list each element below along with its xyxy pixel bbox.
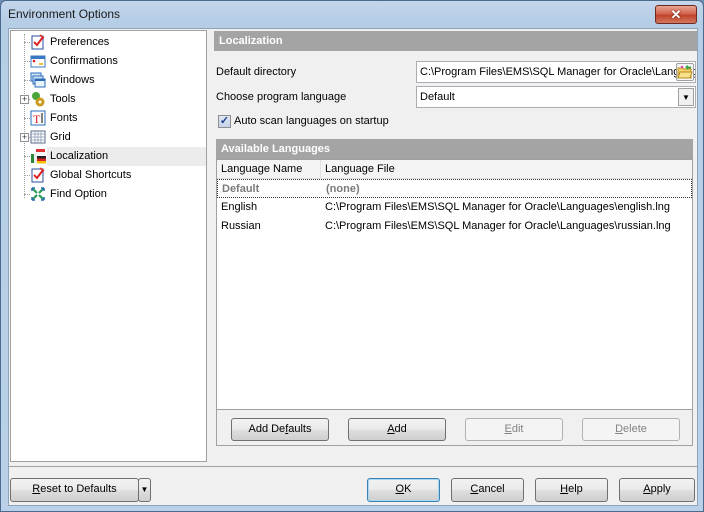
localization-section-header: Localization: [214, 31, 697, 51]
footer-separator: [9, 466, 697, 467]
sidebar-item-preferences[interactable]: Preferences: [11, 33, 206, 52]
title-bar[interactable]: Environment Options ✕: [1, 1, 703, 27]
find-arrows-icon: [31, 187, 45, 201]
accelerator-key: O: [395, 483, 405, 495]
default-directory-label: Default directory: [216, 66, 297, 78]
button-label: eset to Defaults: [40, 483, 117, 495]
sidebar-item-label: Windows: [50, 74, 95, 86]
reset-to-defaults-button[interactable]: Reset to Defaults: [10, 478, 139, 502]
button-label: aults: [288, 423, 312, 435]
shortcuts-checklist-icon: [31, 167, 45, 183]
button-label: Add De: [248, 423, 286, 435]
chevron-down-icon[interactable]: ▼: [678, 88, 694, 106]
language-name-cell: Russian: [221, 220, 261, 232]
add-language-button[interactable]: Add: [348, 418, 446, 441]
button-label: K: [404, 483, 412, 495]
svg-text:T: T: [33, 112, 41, 126]
accelerator-key: A: [387, 423, 395, 435]
language-file-cell: C:\Program Files\EMS\SQL Manager for Ora…: [325, 220, 671, 232]
tools-gears-icon: [32, 92, 45, 107]
table-row[interactable]: Russian C:\Program Files\EMS\SQL Manager…: [217, 217, 692, 236]
sidebar-item-label: Fonts: [50, 112, 78, 124]
close-x-icon: ✕: [670, 6, 682, 22]
close-button[interactable]: ✕: [655, 5, 697, 24]
button-label: dit: [511, 423, 524, 435]
sidebar-item-tools[interactable]: + Tools: [11, 90, 206, 109]
open-folder-icon: [677, 65, 693, 79]
choose-language-label: Choose program language: [216, 91, 347, 103]
table-row[interactable]: Default (none): [217, 179, 692, 198]
default-directory-input[interactable]: C:\Program Files\EMS\SQL Manager for Ora…: [416, 61, 696, 83]
table-row[interactable]: English C:\Program Files\EMS\SQL Manager…: [217, 198, 692, 217]
sidebar-item-fonts[interactable]: T Fonts: [11, 109, 206, 128]
button-label: dd: [394, 423, 407, 435]
cancel-button[interactable]: Cancel: [451, 478, 524, 502]
auto-scan-checkbox[interactable]: ✓: [218, 115, 231, 128]
sidebar-item-windows[interactable]: Windows: [11, 71, 206, 90]
sidebar-item-label: Tools: [50, 93, 76, 105]
confirmation-dialog-icon: [30, 55, 46, 68]
language-file-cell: (none): [326, 183, 360, 195]
button-label: elp: [568, 483, 583, 495]
delete-language-button[interactable]: Delete: [582, 418, 680, 441]
button-label: elete: [623, 423, 647, 435]
button-label: pply: [650, 483, 671, 495]
available-languages-header: Available Languages: [216, 139, 693, 159]
column-header-language-file[interactable]: Language File: [321, 160, 692, 179]
chevron-down-icon: ▼: [140, 485, 149, 494]
sidebar-item-label: Find Option: [50, 188, 107, 200]
sidebar-item-localization[interactable]: Localization: [11, 147, 206, 166]
button-label: ancel: [478, 483, 505, 495]
language-name-cell: English: [221, 201, 258, 213]
apply-button[interactable]: Apply: [619, 478, 695, 502]
auto-scan-label[interactable]: Auto scan languages on startup: [234, 115, 389, 127]
grid-header-row: Language Name Language File: [217, 160, 692, 179]
preferences-checklist-icon: [31, 34, 45, 50]
language-file-cell: C:\Program Files\EMS\SQL Manager for Ora…: [325, 201, 671, 213]
accelerator-key: E: [504, 423, 512, 435]
sidebar-item-global-shortcuts[interactable]: Global Shortcuts: [11, 166, 206, 185]
sidebar-item-grid[interactable]: + Grid: [11, 128, 206, 147]
grid-table-icon: [30, 130, 46, 144]
default-directory-value: C:\Program Files\EMS\SQL Manager for Ora…: [420, 66, 696, 78]
accelerator-key: A: [643, 483, 651, 495]
options-tree: Preferences Confirmations Windows + Tool…: [10, 30, 207, 462]
accelerator-key: H: [560, 483, 569, 495]
dialog-client-area: Preferences Confirmations Windows + Tool…: [8, 28, 698, 506]
window-title: Environment Options: [8, 7, 121, 21]
sidebar-item-label: Preferences: [50, 36, 110, 48]
accelerator-key: D: [615, 423, 624, 435]
sidebar-item-confirmations[interactable]: Confirmations: [11, 52, 206, 71]
expand-icon[interactable]: +: [20, 133, 29, 142]
languages-grid: Language Name Language File Default (non…: [216, 159, 693, 410]
ok-button[interactable]: OK: [367, 478, 440, 502]
sidebar-item-label: Confirmations: [50, 55, 118, 67]
localization-flags-icon: [31, 149, 46, 164]
column-header-language-name[interactable]: Language Name: [217, 160, 321, 179]
add-defaults-button[interactable]: Add Defaults: [231, 418, 329, 441]
sidebar-item-find-option[interactable]: Find Option: [11, 185, 206, 204]
reset-options-dropdown-button[interactable]: ▼: [138, 478, 151, 502]
font-icon: T: [30, 110, 46, 126]
help-button[interactable]: Help: [535, 478, 608, 502]
language-buttons-bar: Add Defaults Add Edit Delete: [216, 410, 693, 446]
program-language-select[interactable]: Default ▼: [416, 86, 696, 108]
sidebar-item-label: Localization: [47, 147, 206, 166]
program-language-value: Default: [420, 91, 455, 103]
windows-stack-icon: [30, 72, 46, 88]
environment-options-window: Environment Options ✕ Preferences Confir…: [0, 0, 704, 512]
browse-folder-button[interactable]: [676, 63, 694, 81]
expand-icon[interactable]: +: [20, 95, 29, 104]
sidebar-item-label: Grid: [50, 131, 71, 143]
edit-language-button[interactable]: Edit: [465, 418, 563, 441]
language-name-cell: Default: [222, 183, 260, 195]
sidebar-item-label: Global Shortcuts: [50, 169, 132, 181]
